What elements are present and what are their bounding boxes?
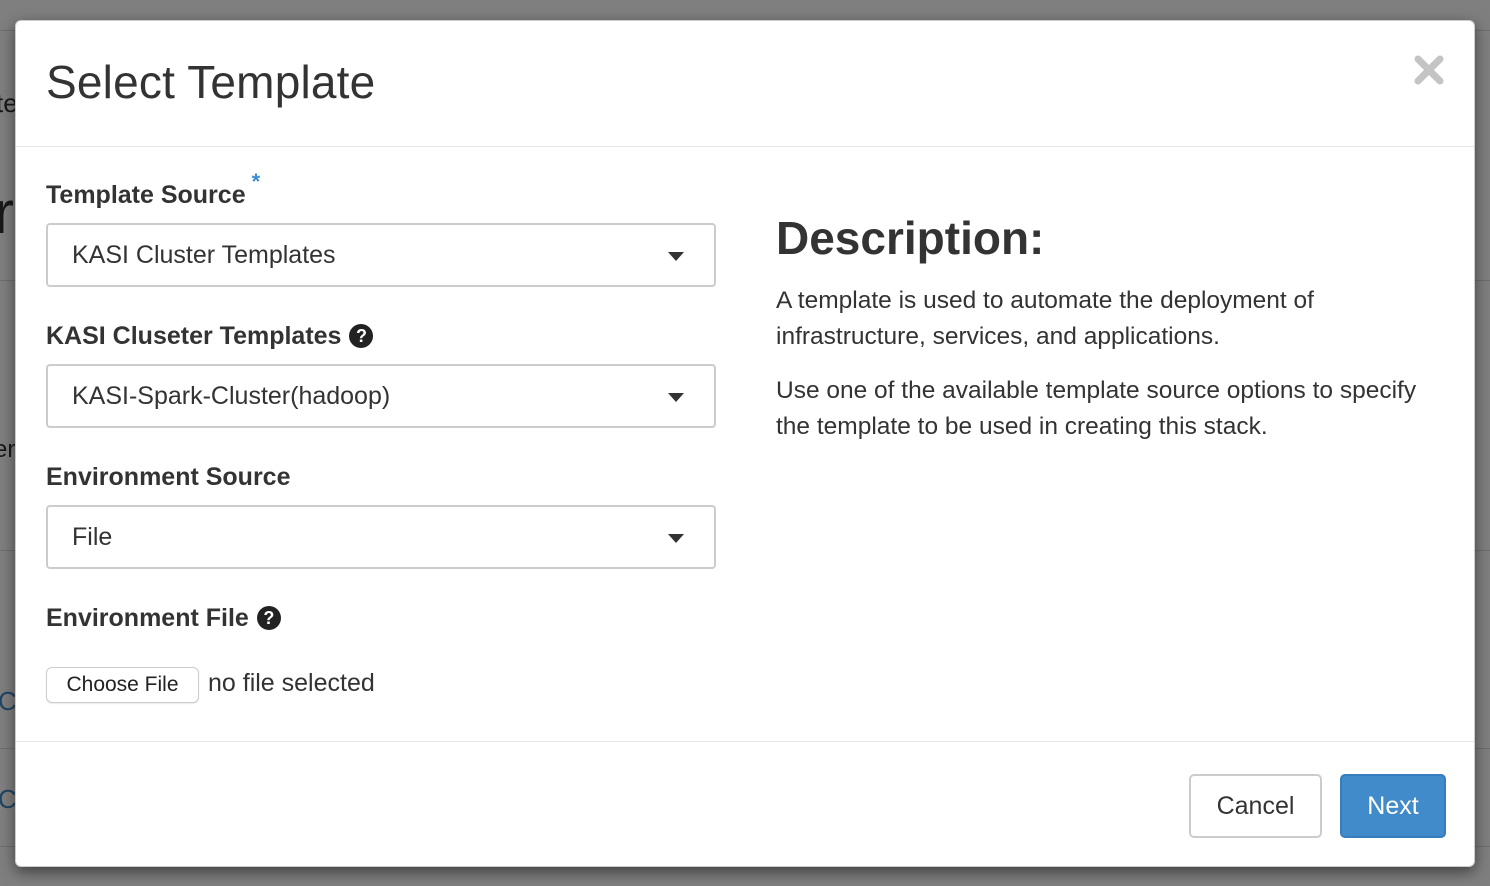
file-status-text: no file selected — [208, 669, 375, 697]
help-icon[interactable]: ? — [349, 324, 374, 348]
template-source-select[interactable]: KASI Cluster Templates — [46, 223, 716, 287]
choose-file-button[interactable]: Choose File — [46, 667, 199, 703]
caret-down-icon — [668, 534, 684, 543]
description-panel: Description: A template is used to autom… — [776, 211, 1436, 463]
environment-file-label-text: Environment File — [46, 604, 249, 632]
environment-source-label: Environment Source — [46, 463, 291, 492]
template-source-label: Template Source * — [46, 169, 260, 210]
cluster-templates-label: KASI Cluseter Templates? — [46, 322, 374, 351]
template-source-value: KASI Cluster Templates — [72, 241, 336, 269]
close-button[interactable] — [1414, 53, 1444, 87]
modal-header: Select Template — [16, 21, 1474, 147]
modal-title: Select Template — [46, 56, 376, 108]
cluster-templates-value: KASI-Spark-Cluster(hadoop) — [72, 382, 391, 410]
caret-down-icon — [668, 252, 684, 261]
cancel-button[interactable]: Cancel — [1189, 774, 1322, 838]
description-title: Description: — [776, 212, 1045, 264]
environment-source-label-text: Environment Source — [46, 463, 291, 491]
close-icon — [1414, 55, 1444, 85]
cluster-templates-label-text: KASI Cluseter Templates — [46, 322, 342, 350]
required-star-icon: * — [251, 169, 261, 194]
cluster-templates-select[interactable]: KASI-Spark-Cluster(hadoop) — [46, 364, 716, 428]
environment-source-value: File — [72, 523, 113, 551]
modal-footer: Cancel Next — [16, 741, 1474, 868]
environment-source-select[interactable]: File — [46, 505, 716, 569]
description-paragraph: Use one of the available template source… — [776, 377, 1417, 440]
help-icon[interactable]: ? — [256, 606, 281, 630]
next-button[interactable]: Next — [1340, 774, 1446, 838]
select-template-modal: Select Template Template Source * KASI Cl… — [15, 20, 1475, 867]
template-source-label-text: Template Source — [46, 181, 246, 209]
environment-file-label: Environment File? — [46, 604, 281, 633]
caret-down-icon — [668, 393, 684, 402]
description-paragraph: A template is used to automate the deplo… — [776, 287, 1314, 350]
